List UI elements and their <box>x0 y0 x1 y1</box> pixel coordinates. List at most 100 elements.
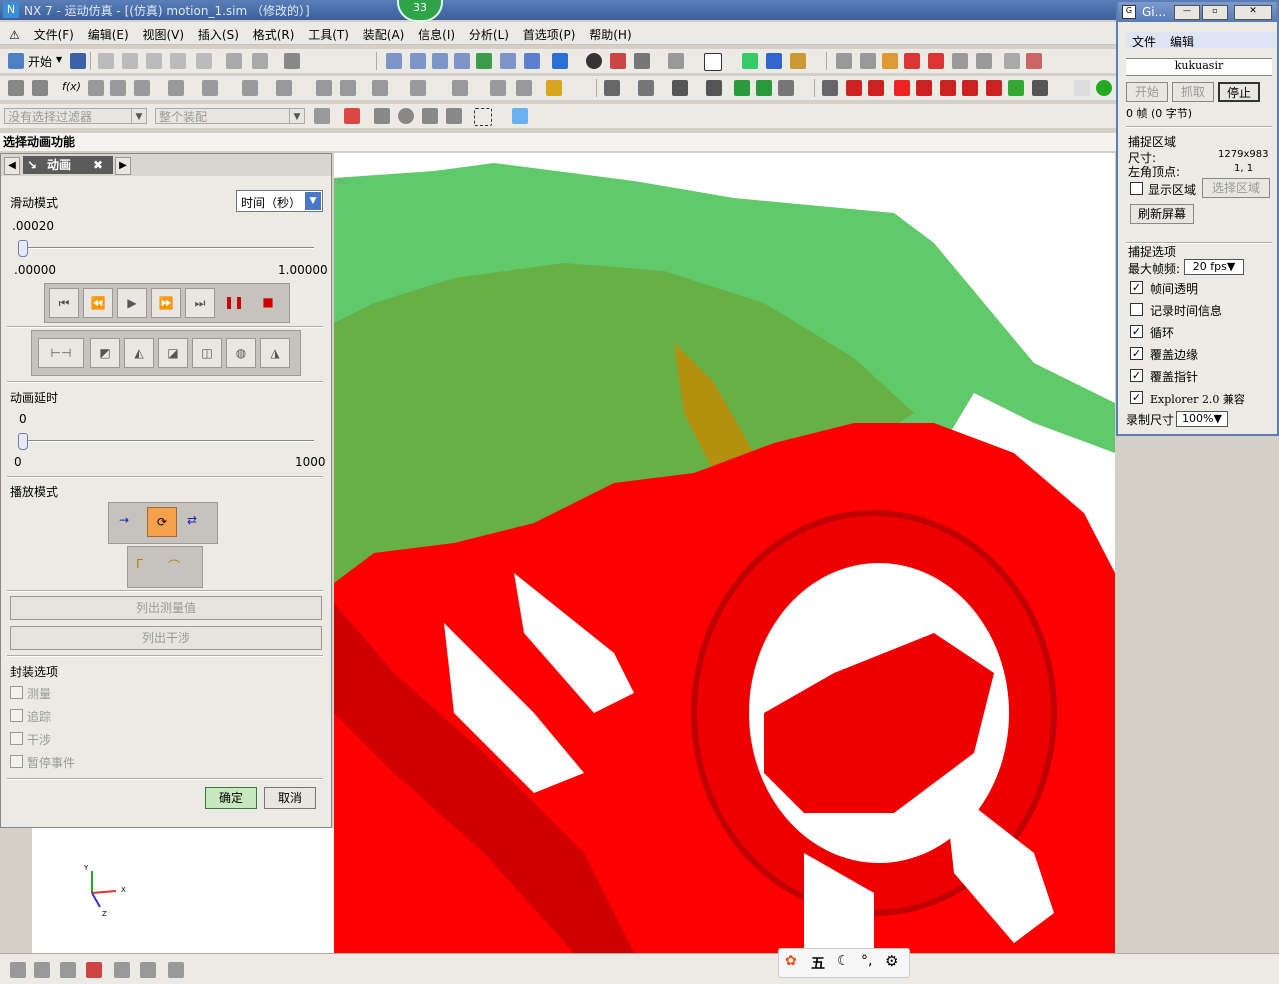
object-display-icon[interactable] <box>638 80 654 96</box>
rotate-icon[interactable] <box>476 53 492 69</box>
csys-icon[interactable] <box>766 53 782 69</box>
load-icon[interactable] <box>242 80 258 96</box>
packaging-icon[interactable] <box>372 80 388 96</box>
snap-mid-icon[interactable] <box>882 53 898 69</box>
explode-icon[interactable]: ◪ <box>158 338 188 368</box>
snap-face-icon[interactable] <box>1026 53 1042 69</box>
anim-first-icon[interactable] <box>846 80 862 96</box>
close-icon[interactable]: ✖ <box>93 156 103 174</box>
anim-loop-icon[interactable] <box>1008 80 1024 96</box>
page-icon[interactable] <box>1074 80 1090 96</box>
list-measures-button[interactable]: 列出测量值 <box>10 596 322 620</box>
cancel-button[interactable]: 取消 <box>264 787 316 809</box>
function-icon[interactable]: f(x) <box>62 80 81 93</box>
path-mode-1-icon[interactable]: ᒥ <box>136 557 143 571</box>
loop-checkbox[interactable]: ✓ <box>1130 325 1143 338</box>
solution-icon[interactable] <box>316 80 332 96</box>
background-icon[interactable] <box>704 53 722 71</box>
layer-icon[interactable] <box>604 80 620 96</box>
anim-prev-icon[interactable] <box>868 80 884 96</box>
gif-stop-button[interactable]: 停止 <box>1218 82 1260 102</box>
moon-icon[interactable]: ☾ <box>837 953 850 969</box>
gif-capture-button[interactable]: 抓取 <box>1172 82 1214 102</box>
minimize-button[interactable]: — <box>1174 5 1200 20</box>
selection-filter-dropdown[interactable]: 没有选择过滤器 ▼ <box>4 108 147 124</box>
explorer-checkbox[interactable]: ✓ <box>1130 391 1143 404</box>
menu-preferences[interactable]: 首选项(P) <box>518 24 581 45</box>
loop-icon[interactable]: ⟳ <box>147 507 177 537</box>
snap-quadrant-icon[interactable] <box>976 53 992 69</box>
gif-start-button[interactable]: 开始 <box>1126 82 1168 102</box>
time-info-checkbox[interactable] <box>1130 303 1143 316</box>
hide-icon[interactable] <box>672 80 688 96</box>
render-style-icon[interactable] <box>586 53 602 69</box>
pause-button[interactable]: ❚❚ <box>219 288 249 318</box>
zoom-in-out-icon[interactable] <box>454 53 470 69</box>
menu-analysis[interactable]: 分析(L) <box>464 24 514 45</box>
record-size-dropdown[interactable]: 100%▼ <box>1176 411 1228 427</box>
flag-icon[interactable] <box>1032 80 1048 96</box>
menu-icon[interactable]: ⚠ <box>4 26 25 44</box>
show-area-checkbox[interactable] <box>1130 182 1143 195</box>
tab-animation[interactable]: ↘ 动画 ✖ <box>23 156 113 174</box>
gif-close-button[interactable]: ✕ <box>1234 5 1272 20</box>
anim-play-icon[interactable] <box>894 80 910 96</box>
time-slider-thumb[interactable] <box>18 240 29 257</box>
status-tool-4-icon[interactable] <box>86 962 102 978</box>
paw-icon[interactable]: ✿ <box>785 953 797 969</box>
tracer-icon[interactable]: ◭ <box>124 338 154 368</box>
graph-icon[interactable] <box>516 80 532 96</box>
snap-center-icon[interactable] <box>952 53 968 69</box>
layout-icon[interactable] <box>668 53 684 69</box>
pointer-checkbox[interactable]: ✓ <box>1130 369 1143 382</box>
step-back-button[interactable]: ⏪ <box>83 288 113 318</box>
status-tool-1-icon[interactable] <box>10 962 26 978</box>
menu-format[interactable]: 格式(R) <box>248 24 300 45</box>
snapshot-icon[interactable]: ◩ <box>90 338 120 368</box>
invert-icon[interactable] <box>706 80 722 96</box>
assembly-scope-dropdown[interactable]: 整个装配 ▼ <box>155 108 305 124</box>
status-tool-5-icon[interactable] <box>114 962 130 978</box>
orient-view-icon[interactable] <box>552 53 568 69</box>
measure-tool-icon[interactable]: ⊢⊣ <box>38 338 84 368</box>
roles-icon[interactable] <box>252 53 268 69</box>
status-tool-2-icon[interactable] <box>34 962 50 978</box>
pan-icon[interactable] <box>500 53 516 69</box>
select-edge-icon[interactable] <box>446 108 462 124</box>
box-select-icon[interactable] <box>474 108 492 126</box>
connector-icon[interactable] <box>168 80 184 96</box>
edges-checkbox[interactable]: ✓ <box>1130 347 1143 360</box>
select-area-button[interactable]: 选择区域 <box>1202 178 1270 198</box>
command-finder-icon[interactable] <box>226 53 242 69</box>
master-model-icon[interactable] <box>32 80 48 96</box>
copy-icon[interactable] <box>122 53 138 69</box>
chevron-down-icon[interactable]: ▼ <box>56 55 62 64</box>
gif-menu-file[interactable]: 文件 <box>1132 33 1156 50</box>
step-forward-button[interactable]: ⏩ <box>151 288 181 318</box>
ping-pong-icon[interactable]: ⇄ <box>187 513 197 527</box>
start-button[interactable]: 开始 <box>28 53 52 70</box>
menu-file[interactable]: 文件(F) <box>29 24 79 45</box>
anim-pause-icon[interactable] <box>962 80 978 96</box>
perspective-icon[interactable] <box>524 53 540 69</box>
link-icon[interactable] <box>88 80 104 96</box>
max-fps-dropdown[interactable]: 20 fps▼ <box>1184 259 1244 275</box>
delete-icon[interactable] <box>170 53 186 69</box>
dynamic-csys-icon[interactable] <box>790 53 806 69</box>
select-face-icon[interactable] <box>422 108 438 124</box>
trace-icon[interactable] <box>452 80 468 96</box>
punct-icon[interactable]: °, <box>861 953 872 969</box>
slide-mode-dropdown[interactable]: 时间（秒） ▼ <box>236 190 323 212</box>
spring-icon[interactable] <box>202 80 218 96</box>
menu-insert[interactable]: 插入(S) <box>193 24 244 45</box>
snap-end-icon[interactable] <box>860 53 876 69</box>
select-intent-icon[interactable] <box>344 108 360 124</box>
pause-event-checkbox[interactable] <box>10 755 23 768</box>
interference-icon[interactable] <box>490 80 506 96</box>
measure-icon[interactable] <box>410 80 426 96</box>
showhide-icon[interactable] <box>284 53 300 69</box>
snap-point-icon[interactable] <box>1004 53 1020 69</box>
select-body-icon[interactable] <box>398 108 414 124</box>
menu-help[interactable]: 帮助(H) <box>584 24 636 45</box>
gif-menu-edit[interactable]: 编辑 <box>1170 33 1194 50</box>
